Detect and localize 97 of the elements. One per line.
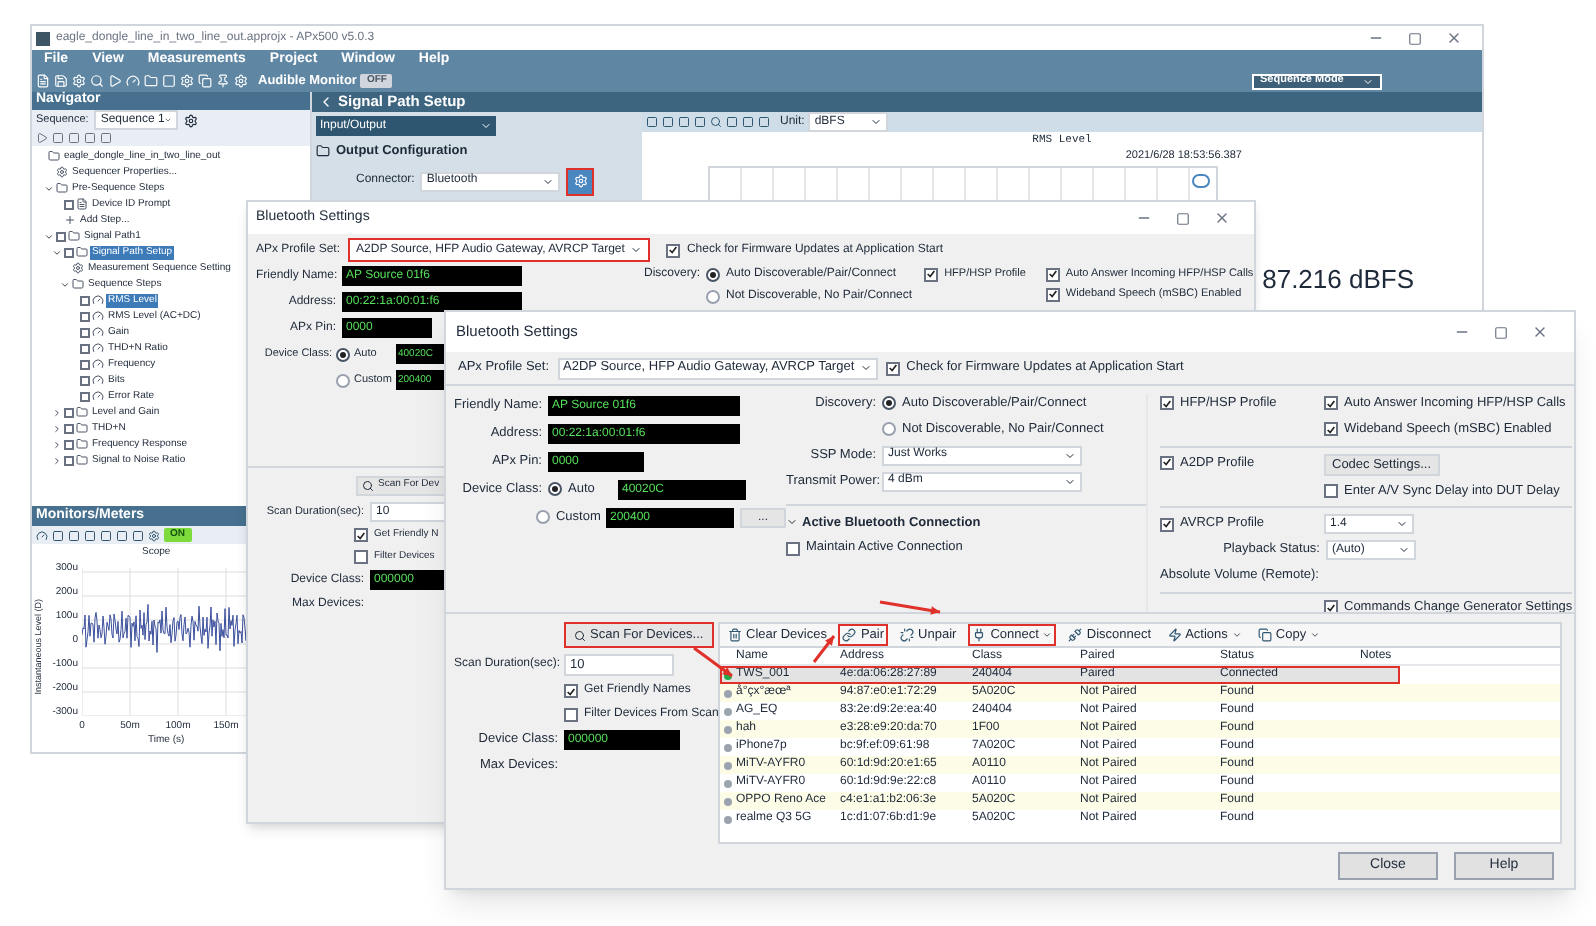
checkbox[interactable] bbox=[1160, 396, 1174, 411]
settings-icon bbox=[72, 262, 84, 274]
maximize-icon[interactable] bbox=[1176, 211, 1190, 225]
settings-icon bbox=[573, 174, 588, 189]
annotation-arrow bbox=[812, 635, 836, 663]
clear-icon bbox=[728, 628, 742, 642]
meter-icon bbox=[92, 390, 104, 402]
maximize-icon[interactable] bbox=[1494, 325, 1508, 339]
checkmark-icon bbox=[356, 529, 366, 542]
checkbox[interactable] bbox=[1160, 455, 1174, 470]
checkbox[interactable] bbox=[64, 423, 74, 433]
folder-icon bbox=[72, 278, 84, 290]
unpair-icon bbox=[900, 628, 915, 642]
checkbox[interactable] bbox=[1324, 483, 1338, 498]
close-icon[interactable] bbox=[1532, 324, 1548, 340]
checkbox[interactable] bbox=[80, 295, 90, 305]
search-icon bbox=[574, 629, 586, 641]
checkbox[interactable] bbox=[64, 199, 74, 209]
pair-icon bbox=[842, 628, 857, 642]
checkbox[interactable] bbox=[666, 243, 681, 257]
checkbox[interactable] bbox=[80, 359, 90, 369]
checkbox[interactable] bbox=[64, 455, 74, 465]
checkmark-icon bbox=[668, 244, 679, 256]
back-icon[interactable] bbox=[318, 94, 334, 110]
section-icon bbox=[316, 144, 330, 159]
disconnect-icon bbox=[1068, 628, 1083, 642]
folder-icon bbox=[68, 230, 80, 242]
checkmark-icon bbox=[1162, 518, 1172, 531]
folder-icon bbox=[76, 406, 88, 418]
checkmark-icon bbox=[566, 685, 576, 697]
settings-button[interactable] bbox=[566, 167, 595, 196]
actions-icon bbox=[1167, 628, 1182, 642]
checkbox[interactable] bbox=[924, 267, 939, 282]
checkmark-icon bbox=[1326, 601, 1336, 614]
checkbox[interactable] bbox=[354, 528, 368, 543]
settings-icon[interactable] bbox=[184, 113, 199, 127]
meter-icon bbox=[92, 310, 104, 322]
collapse-icon[interactable] bbox=[786, 516, 798, 529]
search-icon bbox=[362, 480, 374, 492]
maximize-icon[interactable] bbox=[1408, 31, 1422, 45]
radio-button[interactable] bbox=[336, 347, 350, 361]
checkbox[interactable] bbox=[64, 439, 74, 449]
toolbar-icon[interactable] bbox=[198, 74, 212, 88]
app-logo-icon bbox=[36, 31, 50, 45]
toolbar-icon[interactable] bbox=[148, 529, 160, 541]
meter-icon bbox=[92, 342, 104, 354]
checkbox[interactable] bbox=[80, 375, 90, 385]
radio-button[interactable] bbox=[882, 396, 896, 411]
checkbox[interactable] bbox=[80, 343, 90, 353]
folder-icon bbox=[56, 182, 68, 194]
checkbox[interactable] bbox=[1045, 287, 1060, 302]
checkbox[interactable] bbox=[64, 247, 74, 257]
settings-icon bbox=[56, 166, 68, 178]
radio-button[interactable] bbox=[336, 373, 350, 387]
annotation-arrow bbox=[879, 600, 941, 615]
checkbox[interactable] bbox=[786, 541, 800, 556]
radio-button[interactable] bbox=[706, 268, 721, 282]
checkbox[interactable] bbox=[564, 708, 578, 722]
checkbox[interactable] bbox=[1324, 422, 1338, 437]
close-icon[interactable] bbox=[1214, 210, 1230, 226]
close-icon[interactable] bbox=[1446, 30, 1462, 46]
checkmark-icon bbox=[888, 362, 899, 374]
checkbox[interactable] bbox=[80, 311, 90, 321]
meter-reading: 87.216 dBFS bbox=[1262, 261, 1414, 297]
checkmark-icon bbox=[1162, 456, 1172, 469]
radio-button[interactable] bbox=[882, 422, 896, 437]
meter-icon bbox=[92, 326, 104, 338]
checkbox[interactable] bbox=[354, 549, 368, 564]
checkbox[interactable] bbox=[886, 361, 901, 375]
copy-icon bbox=[1257, 628, 1272, 642]
radio-button[interactable] bbox=[535, 510, 550, 524]
folder-icon bbox=[76, 454, 88, 466]
checkbox[interactable] bbox=[1045, 267, 1060, 282]
annotation-arrow bbox=[693, 646, 733, 678]
add-icon bbox=[64, 214, 76, 226]
toolbar-icon[interactable] bbox=[710, 116, 722, 128]
radio-button[interactable] bbox=[548, 482, 562, 496]
radio-button[interactable] bbox=[706, 290, 721, 304]
prompt-icon bbox=[76, 198, 88, 210]
folder-icon bbox=[76, 438, 88, 450]
toolbar-icon[interactable] bbox=[36, 529, 48, 541]
checkbox[interactable] bbox=[56, 231, 66, 241]
project-icon bbox=[48, 150, 60, 162]
checkbox[interactable] bbox=[80, 327, 90, 337]
connect-icon bbox=[972, 628, 987, 642]
folder-icon bbox=[76, 246, 88, 258]
checkbox[interactable] bbox=[80, 391, 90, 401]
meter-icon bbox=[92, 294, 104, 306]
checkmark-icon bbox=[1162, 397, 1172, 410]
checkbox[interactable] bbox=[564, 684, 578, 698]
checkmark-icon bbox=[926, 268, 937, 281]
checkbox[interactable] bbox=[1324, 396, 1338, 411]
meter-icon bbox=[92, 358, 104, 370]
folder-icon bbox=[76, 422, 88, 434]
checkbox[interactable] bbox=[64, 407, 74, 417]
meter-icon bbox=[92, 374, 104, 386]
checkbox[interactable] bbox=[1160, 517, 1174, 532]
